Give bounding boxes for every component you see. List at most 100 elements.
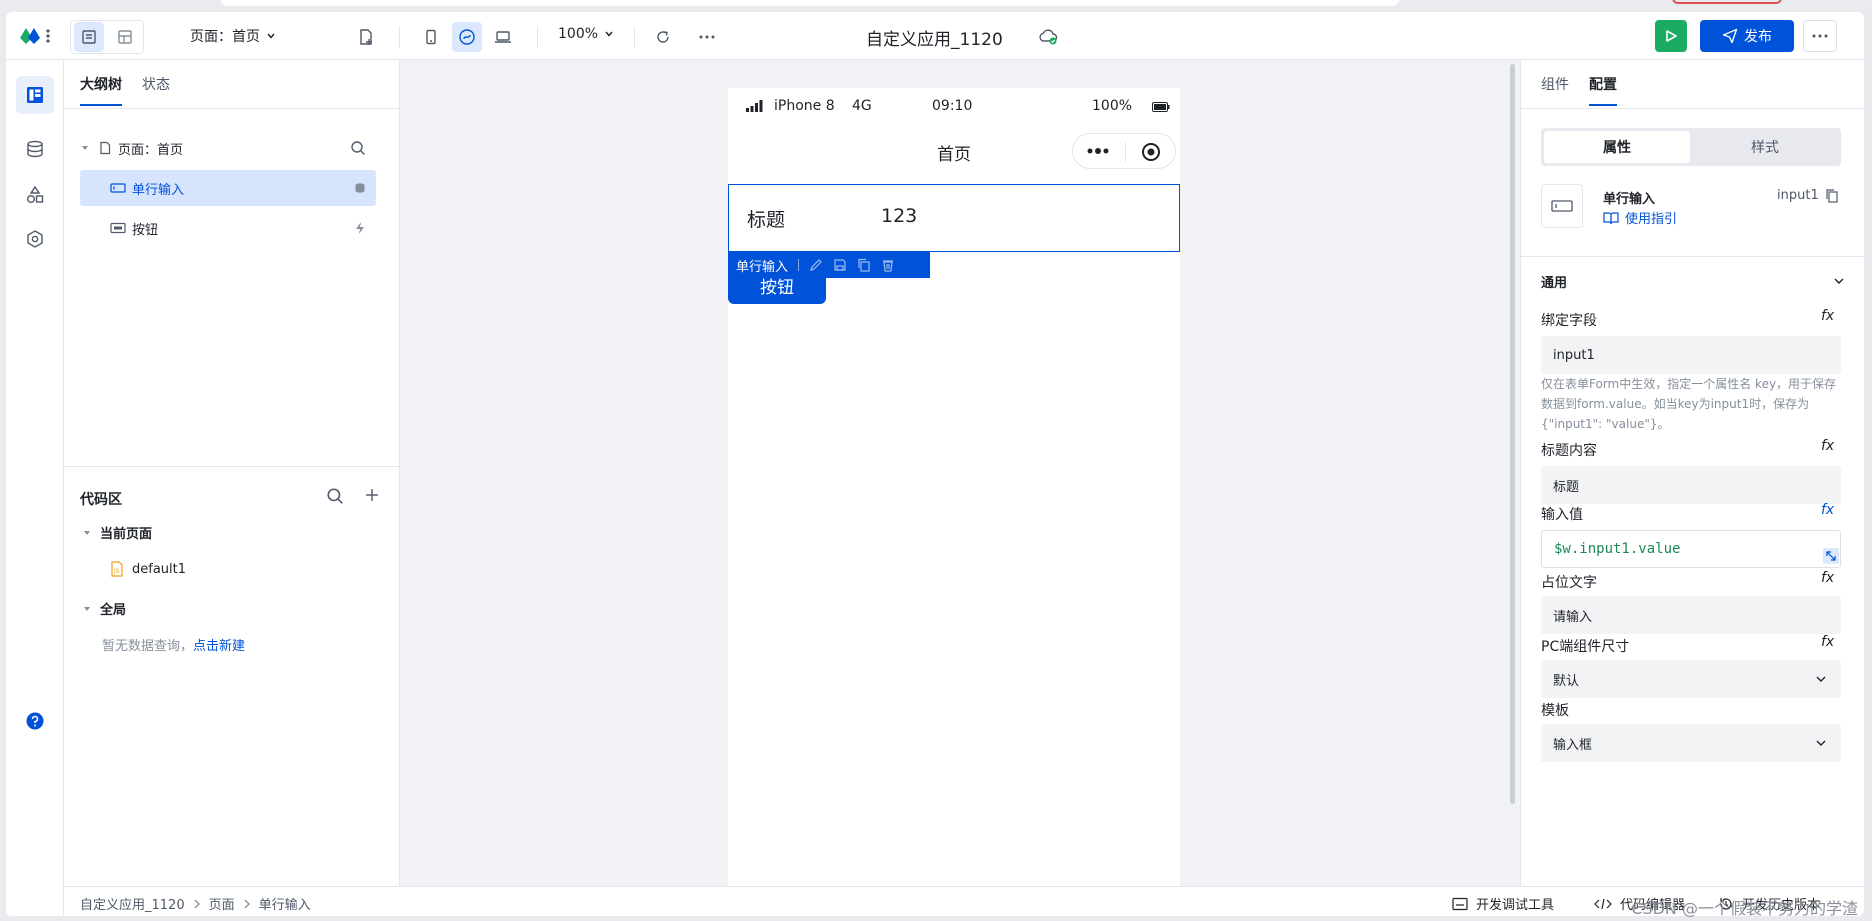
rail-settings-icon[interactable]	[16, 220, 54, 258]
more-options-icon[interactable]	[692, 22, 722, 52]
global-group[interactable]: 全局	[82, 599, 126, 618]
send-icon	[1722, 28, 1738, 44]
layout-view-icon[interactable]	[110, 22, 140, 52]
battery-icon	[1152, 102, 1170, 112]
breadcrumb-page[interactable]: 页面	[209, 894, 235, 913]
selection-label: 单行输入	[736, 259, 789, 275]
outline-tabs: 大纲树 状态	[80, 74, 170, 106]
watermark: CSDN @一个假装不努力的学渣	[1631, 899, 1858, 918]
tab-state[interactable]: 状态	[142, 74, 170, 106]
pc-size-select[interactable]: 默认	[1541, 660, 1841, 698]
search-icon[interactable]	[350, 140, 366, 156]
expand-editor-icon[interactable]	[1823, 548, 1839, 564]
help-icon[interactable]	[16, 702, 54, 740]
add-icon[interactable]	[364, 487, 380, 503]
button-component-icon	[110, 222, 126, 234]
delete-icon[interactable]	[881, 258, 895, 272]
input-value-expression[interactable]: $w.input1.value	[1541, 530, 1841, 568]
browser-address-bar[interactable]	[220, 0, 1400, 6]
desktop-preview-icon[interactable]	[488, 22, 518, 52]
rail-database-icon[interactable]	[16, 130, 54, 168]
breadcrumb: 自定义应用_1120 页面 单行输入	[80, 894, 311, 913]
outline-panel: 大纲树 状态 页面：首页 单行输入 按钮	[64, 60, 400, 466]
copy-id-icon[interactable]	[1825, 188, 1839, 204]
rail-outline-icon[interactable]	[16, 76, 54, 114]
tab-styles[interactable]: 样式	[1692, 131, 1838, 163]
title-content-input[interactable]: 标题	[1541, 466, 1841, 504]
data-bound-icon	[354, 182, 366, 194]
miniprogram-preview-icon[interactable]	[452, 22, 482, 52]
caret-down-icon[interactable]	[80, 143, 94, 153]
miniprogram-capsule[interactable]	[1072, 133, 1176, 169]
network-text: 4G	[852, 98, 872, 114]
phone-status-bar: iPhone 8 4G 09:10 100%	[728, 88, 1180, 124]
debug-tools-label: 开发调试工具	[1476, 898, 1555, 913]
chevron-down-icon[interactable]	[1833, 276, 1845, 286]
tree-node-button[interactable]: 按钮	[80, 210, 376, 246]
debug-tools-button[interactable]: 开发调试工具	[1452, 894, 1554, 913]
refresh-icon[interactable]	[648, 22, 678, 52]
search-icon[interactable]	[326, 487, 344, 505]
phone-preview: iPhone 8 4G 09:10 100% 首页 标题 123 按钮 单行输入	[728, 88, 1180, 886]
copy-icon[interactable]	[857, 258, 871, 272]
publish-button[interactable]: 发布	[1700, 20, 1794, 52]
template-select[interactable]: 输入框	[1541, 724, 1841, 762]
fx-icon[interactable]: fx	[1821, 634, 1834, 650]
page-selector-label: 页面：首页	[190, 29, 260, 45]
current-page-group[interactable]: 当前页面	[82, 523, 152, 542]
pc-size-value: 默认	[1553, 673, 1580, 689]
breadcrumb-component[interactable]: 单行输入	[259, 894, 311, 913]
tab-outline-tree[interactable]: 大纲树	[80, 74, 122, 106]
tree-node-text-input[interactable]: 单行输入	[80, 170, 376, 206]
global-label: 全局	[100, 603, 127, 618]
breadcrumb-app[interactable]: 自定义应用_1120	[80, 894, 185, 913]
debug-icon	[1452, 897, 1468, 910]
divider	[64, 108, 400, 109]
save-icon[interactable]	[833, 258, 847, 272]
tree-item-label: 单行输入	[132, 182, 185, 198]
rail-components-icon[interactable]	[16, 176, 54, 214]
pc-size-label: PC端组件尺寸	[1541, 639, 1630, 655]
usage-guide-link[interactable]: 使用指引	[1603, 208, 1677, 227]
tab-config[interactable]: 配置	[1589, 74, 1617, 106]
divider	[1521, 108, 1864, 109]
text-input-component[interactable]: 标题 123	[728, 184, 1180, 252]
bind-field-input[interactable]: input1	[1541, 336, 1841, 374]
section-general-title: 通用	[1541, 276, 1568, 291]
more-menu-button[interactable]	[1803, 20, 1837, 52]
fx-icon[interactable]: fx	[1821, 502, 1834, 518]
fx-icon[interactable]: fx	[1821, 308, 1834, 324]
tab-properties[interactable]: 属性	[1544, 131, 1690, 163]
component-name: 单行输入	[1603, 192, 1656, 207]
page-selector[interactable]: 页面：首页	[190, 26, 276, 46]
capsule-more-icon[interactable]	[1087, 148, 1109, 154]
zoom-value: 100%	[558, 26, 599, 42]
empty-text: 暂无数据查询，	[102, 639, 194, 654]
fx-icon[interactable]: fx	[1821, 438, 1834, 454]
create-query-link[interactable]: 点击新建	[193, 639, 245, 654]
fx-icon[interactable]: fx	[1821, 570, 1834, 586]
tab-components[interactable]: 组件	[1541, 74, 1569, 106]
outline-view-icon[interactable]	[74, 22, 104, 52]
placeholder-label: 占位文字	[1541, 575, 1597, 591]
zoom-selector[interactable]: 100%	[558, 26, 614, 42]
capsule-close-icon[interactable]	[1141, 142, 1161, 162]
placeholder-input[interactable]: 请输入	[1541, 596, 1841, 634]
input-component-icon	[110, 182, 126, 194]
mobile-preview-icon[interactable]	[416, 22, 446, 52]
input-value-label: 输入值	[1541, 507, 1583, 523]
chevron-right-icon	[193, 899, 201, 909]
run-button[interactable]	[1655, 20, 1687, 52]
template-value: 输入框	[1553, 737, 1593, 753]
tree-node-page[interactable]: 页面：首页	[80, 130, 376, 166]
carrier-text: iPhone 8	[774, 98, 835, 114]
editor-canvas: iPhone 8 4G 09:10 100% 首页 标题 123 按钮 单行输入	[400, 60, 1520, 886]
code-file-default1[interactable]: JS default1	[110, 561, 186, 577]
add-page-icon[interactable]	[351, 22, 381, 52]
bind-field-help: 仅在表单Form中生效，指定一个属性名 key，用于保存数据到form.valu…	[1541, 377, 1837, 431]
edit-icon[interactable]	[809, 258, 823, 272]
phone-nav-bar: 首页	[728, 124, 1180, 178]
component-type-icon	[1541, 184, 1583, 228]
canvas-scrollbar[interactable]	[1510, 64, 1515, 804]
input-value[interactable]: 123	[881, 205, 917, 227]
